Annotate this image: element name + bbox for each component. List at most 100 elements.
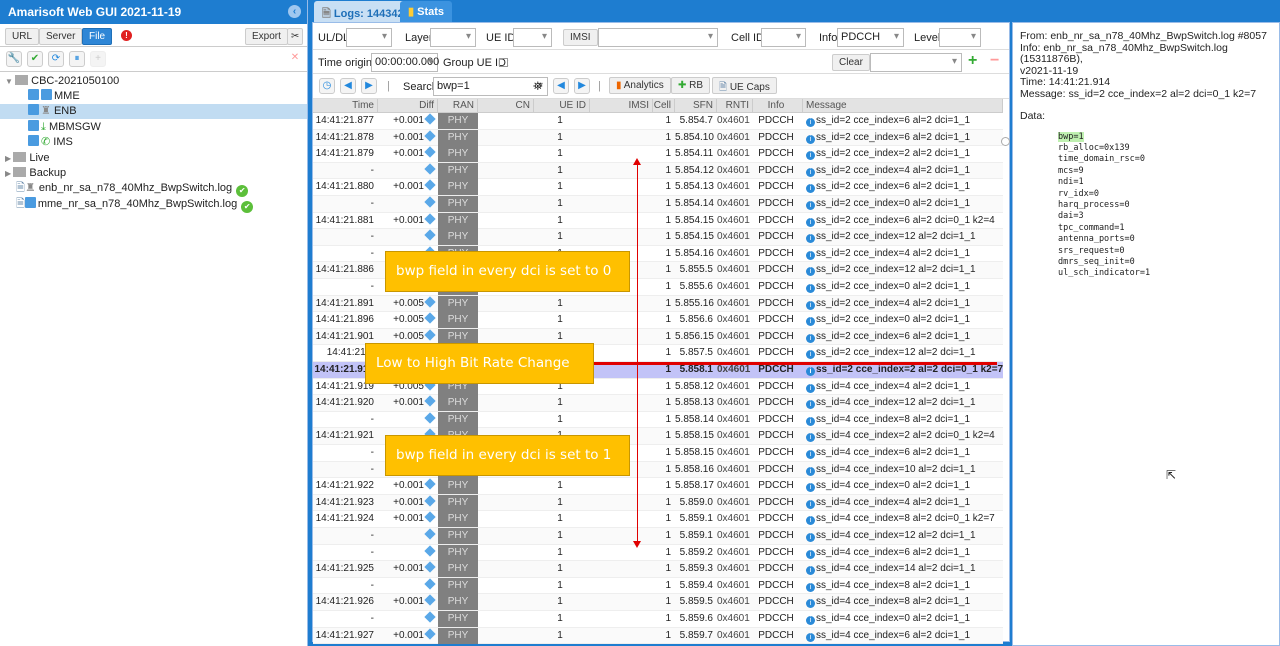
cell-text: 1 [665,231,671,243]
tree-item-enb[interactable]: ♜ ENB [0,104,307,119]
column-header-info[interactable]: Info [753,99,803,113]
column-header-cn[interactable]: CN [478,99,534,113]
cell-text: 5.859.4 [679,579,713,591]
column-header-imsi[interactable]: IMSI [590,99,653,113]
cell-ran: PHY [438,113,478,129]
cell-cell: 1 [653,611,675,627]
file-button[interactable]: File [82,28,113,45]
search-input[interactable]: bwp=1 [433,77,548,96]
clock-icon[interactable]: ◷ [319,78,335,94]
cellid-select[interactable] [761,28,806,47]
analytics-button[interactable]: ▮ Analytics [609,77,671,94]
tree-item-mme[interactable]: MME [28,89,80,104]
table-row[interactable]: 14:41:21.927 +0.001 PHY 1 1 5.859.7 0x4601 PDCC… [313,627,1003,645]
table-row[interactable]: 14:41:21.880 +0.001 PHY 1 1 5.854.13 0x4601 PDC… [313,179,1003,196]
table-row[interactable]: 14:41:21.923 +0.001 PHY 1 1 5.859.0 0x4601 PDCC… [313,494,1003,512]
tree-item-backup[interactable]: ▶ Backup [5,166,66,181]
table-row[interactable]: 14:41:21.896 +0.005 PHY 1 1 5.856.6 0x4601 PDCC… [313,312,1003,329]
arrow-right-icon[interactable]: ▶ [361,78,377,94]
layer-select[interactable] [430,28,476,47]
imsi-button[interactable]: IMSI [563,29,598,46]
scissors-icon[interactable]: ✂ [287,28,304,45]
info-icon: i [806,566,815,576]
column-header-ue-id[interactable]: UE ID [534,99,590,113]
filter-preset-select[interactable] [870,53,962,72]
column-header-diff[interactable]: Diff [378,99,438,113]
check-icon[interactable]: ✔ [27,51,43,67]
table-row[interactable]: - PHY 1 1 5.859.1 0x4601 PDCCH i ss_id=4 cce_ind… [313,528,1003,545]
url-button[interactable]: URL [5,28,40,45]
export-button[interactable]: Export [245,28,288,45]
tab-logs[interactable]: 🗎 Logs: 144342 [314,1,412,22]
table-row[interactable]: - PHY 1 1 5.854.12 0x4601 PDCCH i ss_id=2 cce_in… [313,162,1003,180]
cell-text: 5.854.14 [675,198,714,209]
column-header-cell[interactable]: Cell [653,99,675,113]
cell-text: 14:41:21.879 [315,148,374,160]
cell-ue-id: 1 [534,113,590,129]
error-icon[interactable]: ! [121,30,132,41]
search-prev-icon[interactable]: ◀ [553,78,569,94]
pause-icon[interactable]: ⏸ [69,51,85,67]
cell-rnti: 0x4601 [717,528,753,544]
tree-item-mbmsgw[interactable]: ⤓ MBMSGW [28,120,101,135]
scroll-handle[interactable] [1001,137,1010,146]
arrow-left-icon[interactable]: ◀ [340,78,356,94]
server-button[interactable]: Server [39,28,83,45]
table-row[interactable]: - PHY 1 1 5.858.14 0x4601 PDCCH i ss_id=4 cce_in… [313,411,1003,429]
collapse-panel-icon[interactable]: ‹ [288,5,301,18]
cell-cell: 1 [653,445,675,461]
cell-time: - [313,246,378,262]
cell-text: ss_id=4 cce_index=14 al=2 dci=1_1 [816,563,976,575]
ueid-select[interactable] [513,28,552,47]
group-ueid-checkbox[interactable] [499,58,508,67]
cell-text: 5.858.14 [675,413,714,425]
cell-text: ss_id=4 cce_index=0 al=2 dci=1_1 [816,480,971,492]
table-row[interactable]: - PHY 1 1 5.854.14 0x4601 PDCCH i ss_id=2 cce_in… [313,196,1003,213]
binoculars-icon[interactable]: ⛯ [533,79,543,94]
tree-item-cbc[interactable]: ▼ CBC-2021050100 [5,74,119,89]
diamond-icon [424,163,436,175]
cell-rnti: 0x4601 [717,379,753,395]
table-row[interactable]: - PHY 1 1 5.854.15 0x4601 PDCCH i ss_id=2 cce_in… [313,229,1003,246]
table-row[interactable]: 14:41:21.920 +0.001 PHY 1 1 5.858.13 0x4601 PDC… [313,395,1003,412]
table-row[interactable]: - PHY 1 1 5.859.6 0x4601 PDCCH i ss_id=4 cce_ind… [313,611,1003,628]
cell-text: 5.859.1 [679,513,713,525]
column-header-ran[interactable]: RAN [438,99,478,113]
tree-item-live[interactable]: ▶ Live [5,151,50,166]
column-header-time[interactable]: Time [313,99,378,113]
clear-button[interactable]: Clear [832,54,870,71]
time-origin-input[interactable]: 00:00:00.000 [371,53,439,72]
cell-text: PHY [447,181,469,193]
table-row[interactable]: - PHY 1 1 5.859.4 0x4601 PDCCH i ss_id=4 cce_ind… [313,577,1003,595]
uldl-select[interactable] [346,28,392,47]
imsi-select[interactable] [598,28,718,47]
table-row[interactable]: 14:41:21.879 +0.001 PHY 1 1 5.854.11 0x4601 PDC… [313,146,1003,163]
level-select[interactable] [939,28,981,47]
tree-item-ims[interactable]: ✆ IMS [28,135,73,150]
refresh-icon[interactable]: ⟳ [48,51,64,67]
search-next-icon[interactable]: ▶ [574,78,590,94]
add-icon[interactable]: + [968,52,977,70]
wrench-icon[interactable]: 🔧 [6,51,22,67]
cell-text: ss_id=4 cce_index=6 al=2 dci=1_1 [816,546,971,558]
table-row[interactable]: 14:41:21.891 +0.005 PHY 1 1 5.855.16 0x4601 PDC… [313,295,1003,313]
table-row[interactable]: 14:41:21.881 +0.001 PHY 1 1 5.854.15 0x4601 PDC… [313,212,1003,230]
uecaps-button[interactable]: 🗎 UE Caps [712,77,777,94]
table-row[interactable]: 14:41:21.924 +0.001 PHY 1 1 5.859.1 0x4601 PDCC… [313,511,1003,528]
cell-message: i ss_id=4 cce_index=12 al=2 dci=1_1 [803,528,1003,544]
rb-button[interactable]: ✚ RB [671,77,711,94]
table-row[interactable]: 14:41:21.878 +0.001 PHY 1 1 5.854.10 0x4601 PDC… [313,129,1003,147]
table-row[interactable]: 14:41:21.926 +0.001 PHY 1 1 5.859.5 0x4601 PDCC… [313,594,1003,611]
table-row[interactable]: - PHY 1 1 5.859.2 0x4601 PDCCH i ss_id=4 cce_ind… [313,544,1003,562]
column-header-message[interactable]: Message [803,99,1003,113]
table-row[interactable]: 14:41:21.925 +0.001 PHY 1 1 5.859.3 0x4601 PDCC… [313,561,1003,578]
cell-text: +0.001 [393,181,424,193]
table-row[interactable]: 14:41:21.922 +0.001 PHY 1 1 5.858.17 0x4601 PDC… [313,478,1003,495]
tree-item-enb-log[interactable]: 🗎♜ enb_nr_sa_n78_40Mhz_BwpSwitch.log ✔ [16,181,249,197]
table-row[interactable]: 14:41:21.877 +0.001 PHY 1 1 5.854.7 0x4601 PDCC… [313,113,1003,130]
column-header-rnti[interactable]: RNTI [717,99,753,113]
tree-item-mme-log[interactable]: 🗎 mme_nr_sa_n78_40Mhz_BwpSwitch.log ✔ [16,197,254,213]
info-select[interactable]: PDCCH [837,28,904,47]
tab-stats[interactable]: ▮ Stats [400,1,453,22]
column-header-sfn[interactable]: SFN [675,99,717,113]
